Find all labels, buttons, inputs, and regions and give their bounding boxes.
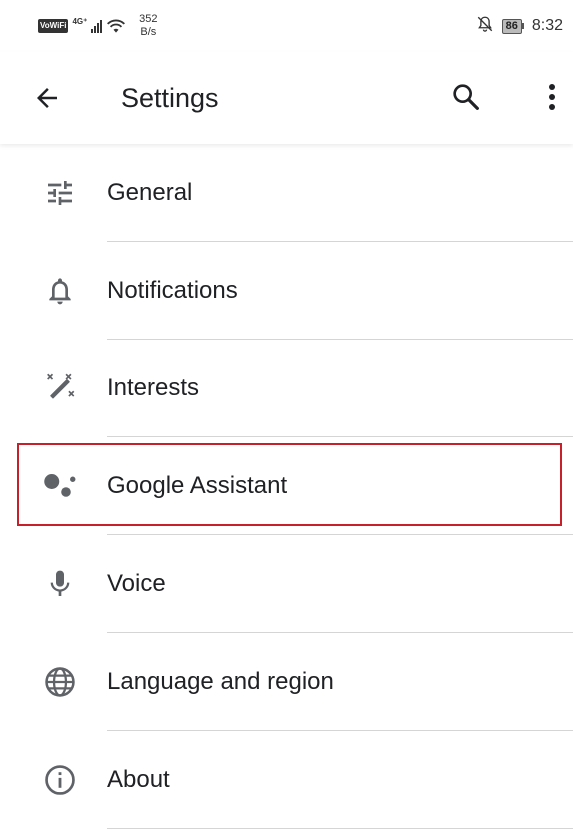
back-button[interactable]	[30, 81, 64, 115]
app-bar: Settings	[0, 52, 573, 144]
speed-value: 352	[139, 13, 158, 25]
divider	[107, 827, 573, 829]
info-icon	[40, 760, 80, 800]
magic-wand-icon	[40, 368, 80, 408]
settings-item-language-and-region[interactable]: Language and region	[0, 633, 573, 731]
microphone-icon	[40, 564, 80, 604]
settings-item-label: Notifications	[107, 276, 238, 304]
settings-list: General Notifications Interests Google A…	[0, 144, 573, 829]
speed-unit: B/s	[140, 26, 157, 38]
arrow-back-icon	[37, 88, 57, 108]
settings-item-notifications[interactable]: Notifications	[0, 242, 573, 340]
battery-icon: 86	[501, 18, 524, 34]
clock: 8:32	[531, 17, 563, 34]
more-vert-icon	[549, 84, 555, 110]
settings-item-label: Language and region	[107, 667, 334, 695]
settings-item-label: Google Assistant	[107, 472, 288, 500]
search-icon	[453, 84, 479, 110]
globe-icon	[40, 662, 80, 702]
settings-item-label: General	[107, 178, 193, 206]
settings-item-label: Voice	[107, 570, 166, 598]
search-button[interactable]	[449, 80, 483, 114]
settings-item-about[interactable]: About	[0, 731, 573, 829]
notifications-off-icon	[476, 15, 494, 38]
google-assistant-icon	[40, 466, 80, 506]
settings-item-google-assistant[interactable]: Google Assistant	[0, 437, 573, 536]
settings-item-interests[interactable]: Interests	[0, 340, 573, 438]
settings-item-voice[interactable]: Voice	[0, 535, 573, 633]
battery-level: 86	[501, 18, 522, 34]
settings-item-label: About	[107, 765, 170, 793]
status-left: VoWiFi 4G⁺ 352 B/s	[38, 13, 160, 39]
network-speed: 352 B/s	[136, 13, 160, 39]
settings-item-label: Interests	[107, 374, 200, 402]
tune-icon	[40, 173, 80, 213]
vowifi-badge: VoWiFi	[38, 19, 69, 33]
status-right: 86 8:32	[476, 15, 563, 38]
page-title: Settings	[121, 83, 219, 113]
status-bar: VoWiFi 4G⁺ 352 B/s 86 8:32	[0, 0, 573, 52]
network-type: 4G⁺	[72, 16, 88, 26]
more-options-button[interactable]	[537, 80, 567, 114]
bell-icon	[40, 271, 80, 311]
signal-icon	[91, 19, 103, 33]
wifi-icon	[106, 18, 126, 34]
settings-item-general[interactable]: General	[0, 144, 573, 242]
